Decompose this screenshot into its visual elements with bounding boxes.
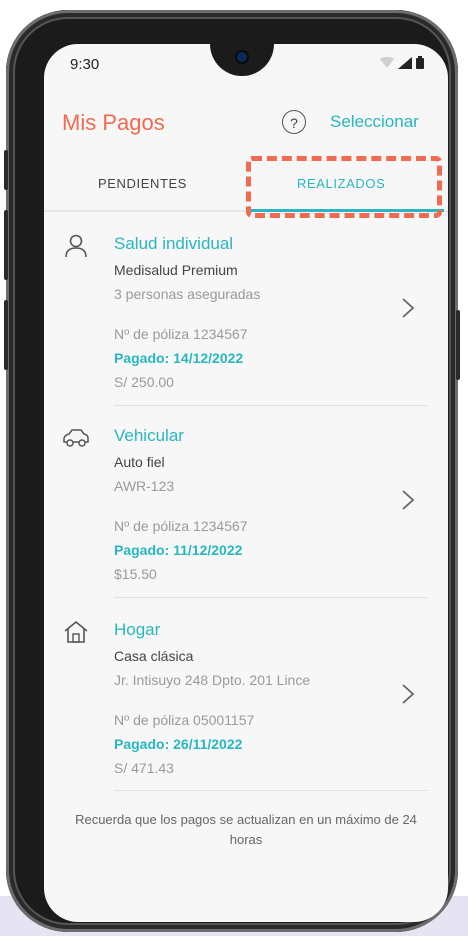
- card-detail: AWR-123: [114, 478, 175, 494]
- card-policy: Nº de póliza 05001157: [114, 712, 255, 728]
- signal-icon: [398, 56, 412, 69]
- phone-frame: 9:30 Mis Pagos ? Seleccionar PENDIENTES: [4, 10, 460, 932]
- phone-side-button: [4, 150, 8, 190]
- tab-pending[interactable]: PENDIENTES: [98, 176, 187, 191]
- select-button[interactable]: Seleccionar: [330, 112, 419, 132]
- phone-side-button: [4, 210, 8, 280]
- divider: [114, 790, 428, 791]
- app-header: Mis Pagos ? Seleccionar: [44, 88, 448, 158]
- phone-side-button: [4, 300, 8, 370]
- home-icon: [64, 620, 88, 643]
- card-plan: Auto fiel: [114, 454, 165, 470]
- card-paid-date: Pagado: 14/12/2022: [114, 350, 244, 366]
- card-amount: S/ 250.00: [114, 374, 174, 390]
- help-icon[interactable]: ?: [282, 110, 306, 134]
- status-bar: 9:30: [44, 44, 448, 88]
- car-icon: [63, 429, 89, 447]
- card-category: Salud individual: [114, 234, 234, 253]
- status-time: 9:30: [70, 56, 100, 73]
- card-category: Vehicular: [114, 426, 184, 445]
- footer-note: Recuerda que los pagos se actualizan en …: [75, 812, 417, 847]
- battery-icon: [416, 56, 424, 69]
- card-policy: Nº de póliza 1234567: [114, 326, 248, 342]
- card-plan: Casa clásica: [114, 648, 194, 664]
- card-plan: Medisalud Premium: [114, 262, 238, 278]
- status-icons: [380, 56, 424, 69]
- card-amount: S/ 471.43: [114, 760, 174, 776]
- phone-side-button: [456, 310, 460, 380]
- card-category: Hogar: [114, 620, 161, 639]
- card-detail: 3 personas aseguradas: [114, 286, 261, 302]
- chevron-right-icon[interactable]: [398, 682, 418, 706]
- payment-card[interactable]: Hogar Casa clásica Jr. Intisuyo 248 Dpto…: [44, 606, 448, 798]
- divider: [114, 405, 428, 406]
- card-paid-date: Pagado: 11/12/2022: [114, 542, 243, 558]
- chevron-right-icon[interactable]: [398, 296, 418, 320]
- payment-card[interactable]: Vehicular Auto fiel AWR-123 Nº de póliza…: [44, 412, 448, 604]
- chevron-right-icon[interactable]: [398, 488, 418, 512]
- highlight-annotation: [246, 156, 442, 218]
- person-icon: [65, 234, 87, 258]
- page-title: Mis Pagos: [62, 110, 165, 135]
- payment-card[interactable]: Salud individual Medisalud Premium 3 per…: [44, 220, 448, 412]
- divider: [114, 597, 428, 598]
- wifi-icon: [380, 56, 394, 68]
- card-amount: $15.50: [114, 566, 157, 582]
- card-detail: Jr. Intisuyo 248 Dpto. 201 Lince: [114, 672, 311, 688]
- card-policy: Nº de póliza 1234567: [114, 518, 248, 534]
- card-paid-date: Pagado: 26/11/2022: [114, 736, 243, 752]
- phone-screen: 9:30 Mis Pagos ? Seleccionar PENDIENTES: [44, 44, 448, 922]
